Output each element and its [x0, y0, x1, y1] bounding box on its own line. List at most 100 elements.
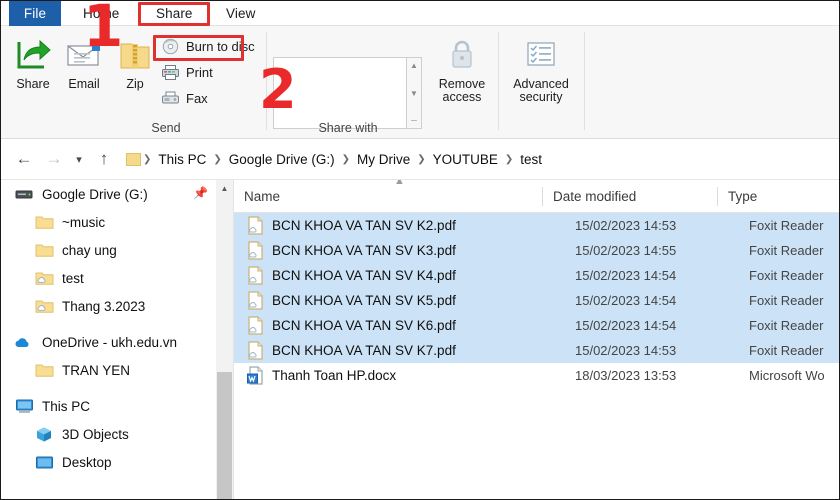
file-type: Foxit Reader	[749, 343, 824, 358]
file-name: BCN KHOA VA TAN SV K5.pdf	[272, 293, 456, 308]
share-with-gallery[interactable]	[273, 57, 407, 129]
sidebar-label: Thang 3.2023	[62, 298, 146, 314]
address-bar: ← → ▾ ↑ ❯ This PC ❯ Google Drive (G:) ❯ …	[1, 139, 839, 180]
pdf-cloud-icon	[246, 316, 265, 335]
breadcrumb-chevron: ❯	[504, 153, 514, 165]
folder-icon	[33, 240, 55, 260]
breadcrumb[interactable]: ❯ This PC ❯ Google Drive (G:) ❯ My Drive…	[123, 152, 547, 167]
ribbon-button-print[interactable]: Print	[158, 61, 213, 84]
up-button[interactable]: ↑	[89, 144, 119, 174]
sidebar-item-desktop[interactable]: Desktop	[1, 448, 234, 476]
sidebar-item-google-drive[interactable]: Google Drive (G:) 📌	[1, 180, 234, 208]
share-with-gallery-scrollbar[interactable]: ▲ ▼ ─	[407, 57, 422, 129]
tab-home[interactable]: Home	[71, 1, 131, 26]
table-row[interactable]: BCN KHOA VA TAN SV K7.pdf 15/02/2023 14:…	[234, 338, 839, 363]
chevron-down-icon: ▾	[76, 153, 82, 166]
fax-icon	[159, 89, 181, 109]
table-row[interactable]: BCN KHOA VA TAN SV K3.pdf 15/02/2023 14:…	[234, 238, 839, 263]
pin-icon[interactable]: 📌	[193, 186, 208, 200]
file-date: 15/02/2023 14:54	[575, 318, 677, 333]
breadcrumb-segment-this-pc[interactable]: This PC	[153, 152, 211, 167]
sidebar-item-chay-ung[interactable]: chay ung	[1, 236, 234, 264]
arrow-left-icon: ←	[15, 149, 33, 168]
table-row[interactable]: Thanh Toan HP.docx 18/03/2023 13:53 Micr…	[234, 363, 839, 388]
forward-button[interactable]: →	[39, 144, 69, 174]
file-name: BCN KHOA VA TAN SV K3.pdf	[272, 243, 456, 258]
share-arrow-icon	[14, 32, 52, 78]
back-button[interactable]: ←	[9, 144, 39, 174]
sidebar-item-onedrive[interactable]: OneDrive - ukh.edu.vn	[1, 328, 234, 356]
ribbon-button-email[interactable]: Email	[56, 32, 112, 110]
onedrive-icon	[13, 332, 35, 352]
pdf-cloud-icon	[246, 241, 265, 260]
file-type: Foxit Reader	[749, 243, 824, 258]
breadcrumb-chevron: ❯	[213, 153, 222, 165]
navigation-pane-scrollbar[interactable]: ▲	[216, 180, 233, 499]
sort-ascending-icon: ▲	[394, 180, 405, 187]
ribbon-group-separator-sharewith	[498, 32, 499, 130]
table-row[interactable]: BCN KHOA VA TAN SV K5.pdf 15/02/2023 14:…	[234, 288, 839, 313]
column-header-name[interactable]: Name ▲	[234, 180, 542, 213]
file-date: 18/03/2023 13:53	[575, 368, 677, 383]
ribbon-tabstrip: File Home Share View	[1, 1, 839, 26]
breadcrumb-segment-youtube[interactable]: YOUTUBE	[428, 152, 503, 167]
sidebar-label: test	[62, 270, 84, 286]
ribbon-button-remove-access-label-2: access	[442, 90, 482, 104]
table-row[interactable]: BCN KHOA VA TAN SV K2.pdf 15/02/2023 14:…	[234, 213, 839, 238]
column-header-type[interactable]: Type	[718, 180, 839, 213]
column-header-date-modified[interactable]: Date modified	[543, 180, 717, 213]
arrow-right-icon: →	[45, 149, 63, 168]
ribbon-button-fax-label: Fax	[186, 91, 208, 106]
sidebar-item-test[interactable]: test	[1, 264, 234, 292]
3d-objects-icon	[33, 424, 55, 444]
sidebar-label: Desktop	[62, 454, 112, 470]
sidebar-label: ~music	[62, 214, 106, 230]
file-date: 15/02/2023 14:55	[575, 243, 677, 258]
ribbon-button-fax[interactable]: Fax	[158, 87, 208, 110]
arrow-up-icon: ↑	[99, 149, 109, 168]
ribbon-button-advanced-security[interactable]: Advanced security	[505, 32, 577, 110]
table-row[interactable]: BCN KHOA VA TAN SV K6.pdf 15/02/2023 14:…	[234, 313, 839, 338]
file-type: Foxit Reader	[749, 218, 824, 233]
file-name: Thanh Toan HP.docx	[272, 368, 397, 383]
ribbon-button-share[interactable]: Share	[5, 32, 61, 110]
tab-view[interactable]: View	[214, 1, 267, 26]
tab-share[interactable]: Share	[144, 1, 205, 26]
sidebar-item-music[interactable]: ~music	[1, 208, 234, 236]
breadcrumb-segment-google-drive[interactable]: Google Drive (G:)	[224, 152, 340, 167]
sidebar-label: OneDrive - ukh.edu.vn	[42, 334, 178, 350]
ribbon-button-email-label: Email	[68, 77, 100, 91]
chevron-up-icon: ▲	[220, 183, 229, 193]
gallery-scroll-up-icon[interactable]: ▲	[410, 61, 418, 70]
sidebar-label: Google Drive (G:)	[42, 186, 148, 202]
ribbon-button-zip[interactable]: Zip	[107, 32, 163, 110]
breadcrumb-chevron: ❯	[417, 153, 426, 165]
pdf-cloud-icon	[246, 266, 265, 285]
gallery-scroll-down-icon[interactable]: ▼	[410, 89, 418, 98]
file-list-pane: Name ▲ Date modified Type BCN KHOA VA TA	[234, 180, 839, 499]
pdf-cloud-icon	[246, 341, 265, 360]
sidebar-label: 3D Objects	[62, 426, 129, 442]
file-date: 15/02/2023 14:53	[575, 343, 677, 358]
sidebar-item-tran-yen[interactable]: TRAN YEN	[1, 356, 234, 384]
recent-locations-button[interactable]: ▾	[69, 144, 89, 174]
ribbon-button-remove-access[interactable]: Remove access	[431, 32, 493, 110]
sidebar-item-this-pc[interactable]: This PC	[1, 392, 234, 420]
sidebar-item-thang-3-2023[interactable]: Thang 3.2023	[1, 292, 234, 320]
file-name: BCN KHOA VA TAN SV K2.pdf	[272, 218, 456, 233]
column-header-row: Name ▲ Date modified Type	[234, 180, 839, 213]
sidebar-item-3d-objects[interactable]: 3D Objects	[1, 420, 234, 448]
pdf-cloud-icon	[246, 291, 265, 310]
scrollbar-thumb[interactable]	[217, 372, 232, 499]
breadcrumb-segment-test[interactable]: test	[515, 152, 547, 167]
zip-folder-icon	[118, 32, 152, 78]
scroll-up-button[interactable]: ▲	[216, 180, 233, 196]
breadcrumb-segment-my-drive[interactable]: My Drive	[352, 152, 415, 167]
tab-file[interactable]: File	[9, 1, 61, 26]
table-row[interactable]: BCN KHOA VA TAN SV K4.pdf 15/02/2023 14:…	[234, 263, 839, 288]
file-type: Foxit Reader	[749, 268, 824, 283]
ribbon-button-burn-to-disc[interactable]: Burn to disc	[158, 35, 255, 58]
folder-cloud-icon	[33, 268, 55, 288]
